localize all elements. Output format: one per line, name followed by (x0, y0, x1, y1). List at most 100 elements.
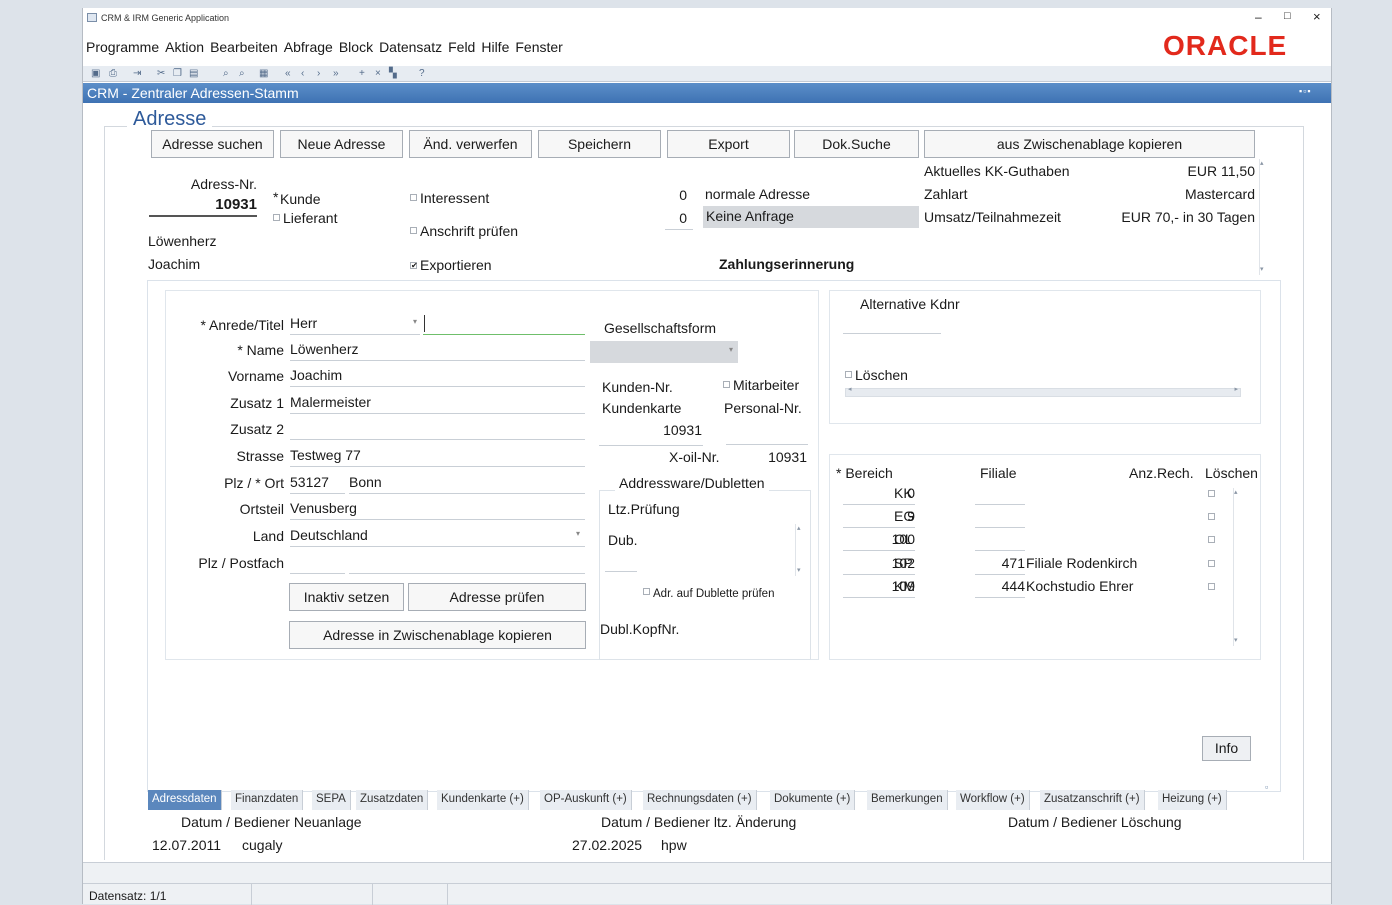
dublette-check-checkbox[interactable]: Adr. auf Dublette prüfen (643, 588, 774, 600)
row-delete-checkbox[interactable] (1208, 560, 1215, 567)
menu-abfrage[interactable]: Abfrage (284, 39, 333, 55)
menu-hilfe[interactable]: Hilfe (481, 39, 509, 55)
row-delete-checkbox[interactable] (1208, 490, 1215, 497)
tab-heating[interactable]: Heizung (+) (1158, 790, 1227, 810)
copy-address-to-clipboard-button[interactable]: Adresse in Zwischenablage kopieren (289, 621, 586, 649)
dub-scrollbar[interactable]: ▴ ▾ (795, 524, 805, 576)
menu-fenster[interactable]: Fenster (515, 39, 562, 55)
tab-documents[interactable]: Dokumente (+) (770, 790, 856, 810)
cut-icon[interactable]: ✂ (157, 68, 165, 79)
tab-financial-data[interactable]: Finanzdaten (231, 790, 304, 810)
employee-checkbox[interactable]: Mitarbeiter (723, 377, 799, 393)
header-scrollbar[interactable]: ▴ ▾ (1259, 159, 1267, 275)
last-record-icon[interactable]: » (333, 68, 339, 79)
lock-record-icon[interactable]: ▚ (389, 68, 397, 79)
check-address-button[interactable]: Adresse prüfen (408, 583, 586, 611)
scroll-right-icon[interactable]: ▸ (1234, 385, 1238, 393)
scroll-down-icon[interactable]: ▾ (1234, 636, 1238, 644)
menu-feld[interactable]: Feld (448, 39, 475, 55)
title-field[interactable] (423, 313, 585, 335)
city-field[interactable]: Bonn (349, 472, 585, 494)
tab-notes[interactable]: Bemerkungen (867, 790, 948, 810)
personnel-nr-field[interactable] (726, 444, 808, 445)
paste-icon[interactable]: ▤ (189, 68, 198, 79)
maximize-button[interactable]: □ (1284, 10, 1291, 22)
insert-record-icon[interactable]: + (359, 68, 365, 79)
close-button[interactable]: × (1313, 9, 1321, 24)
menu-datensatz[interactable]: Datensatz (379, 39, 442, 55)
addition2-field[interactable] (290, 418, 585, 440)
search-address-button[interactable]: Adresse suchen (151, 130, 274, 158)
scroll-up-icon[interactable]: ▴ (797, 524, 801, 532)
next-record-icon[interactable]: › (317, 68, 320, 79)
dub-field[interactable] (605, 571, 637, 572)
previous-record-icon[interactable]: ‹ (301, 68, 304, 79)
tab-customer-card[interactable]: Kundenkarte (+) (437, 790, 529, 810)
zip-field[interactable]: 53127 (290, 472, 345, 494)
tab-op-info[interactable]: OP-Auskunft (+) (540, 790, 632, 810)
branch-nr-cell[interactable] (975, 506, 1025, 528)
menu-block[interactable]: Block (339, 39, 373, 55)
tab-additional-data[interactable]: Zusatzdaten (356, 790, 429, 810)
menu-programme[interactable]: Programme (86, 39, 159, 55)
minimize-button[interactable]: – (1255, 10, 1262, 24)
lieferant-checkbox[interactable]: Lieferant (273, 210, 337, 226)
addition1-field[interactable]: Malermeister (290, 392, 585, 414)
tab-address-data[interactable]: Adressdaten (148, 790, 222, 810)
kunde-checkbox[interactable]: * Kunde (273, 189, 320, 207)
tab-invoice-data[interactable]: Rechnungsdaten (+) (643, 790, 757, 810)
firstname-field[interactable]: Joachim (290, 365, 585, 387)
menu-bearbeiten[interactable]: Bearbeiten (210, 39, 278, 55)
country-field[interactable]: Deutschland (290, 525, 585, 547)
help-icon[interactable]: ? (419, 68, 425, 79)
dropdown-arrow-icon[interactable]: ▾ (413, 317, 417, 326)
doc-search-button[interactable]: Dok.Suche (794, 130, 919, 158)
delete-record-icon[interactable]: × (375, 68, 381, 79)
po-box-field[interactable] (349, 552, 585, 574)
scroll-up-icon[interactable]: ▴ (1234, 488, 1238, 496)
scroll-down-icon[interactable]: ▾ (797, 566, 801, 574)
scroll-left-icon[interactable]: ◂ (848, 385, 852, 393)
branch-nr-cell[interactable] (975, 529, 1025, 551)
scroll-up-icon[interactable]: ▴ (1260, 159, 1264, 167)
exportieren-checkbox[interactable]: ✔ Exportieren (410, 257, 492, 273)
salutation-field[interactable]: Herr (290, 313, 420, 335)
copy-icon[interactable]: ❐ (173, 68, 182, 79)
branch-nr-cell[interactable]: 444 (975, 576, 1025, 598)
cancel-query-icon[interactable]: ▦ (259, 68, 268, 79)
export-button[interactable]: Export (667, 130, 790, 158)
menu-aktion[interactable]: Aktion (165, 39, 204, 55)
company-form-field[interactable] (590, 341, 738, 363)
row-delete-checkbox[interactable] (1208, 583, 1215, 590)
print-icon[interactable]: ⎙ (109, 68, 117, 79)
info-button[interactable]: Info (1202, 736, 1251, 761)
set-inactive-button[interactable]: Inaktiv setzen (289, 583, 404, 611)
first-record-icon[interactable]: « (285, 68, 291, 79)
tab-extra-address[interactable]: Zusatzanschrift (+) (1040, 790, 1145, 810)
name-field[interactable]: Löwenherz (290, 339, 585, 361)
street-field[interactable]: Testweg 77 (290, 445, 585, 467)
branch-table-scrollbar[interactable]: ▴ ▾ (1233, 488, 1241, 646)
row-delete-checkbox[interactable] (1208, 513, 1215, 520)
po-box-zip-field[interactable] (290, 552, 345, 574)
tab-sepa[interactable]: SEPA (312, 790, 351, 810)
save-button[interactable]: Speichern (538, 130, 661, 158)
query-execute-icon[interactable]: ⌕ (239, 68, 245, 79)
branch-nr-cell[interactable]: 471 (975, 553, 1025, 575)
dropdown-arrow-icon[interactable]: ▾ (729, 345, 733, 354)
branch-nr-cell[interactable] (975, 483, 1025, 505)
new-address-button[interactable]: Neue Adresse (280, 130, 403, 158)
query-enter-icon[interactable]: ⌕ (223, 68, 229, 79)
alt-customer-nr-field[interactable] (843, 333, 941, 334)
copy-from-clipboard-button[interactable]: aus Zwischenablage kopieren (924, 130, 1255, 158)
scroll-down-icon[interactable]: ▾ (1260, 265, 1264, 273)
tab-workflow[interactable]: Workflow (+) (956, 790, 1030, 810)
row-delete-checkbox[interactable] (1208, 536, 1215, 543)
save-icon[interactable]: ▣ (91, 68, 100, 79)
delete-alt-checkbox[interactable]: Löschen (845, 367, 908, 383)
exit-icon[interactable]: ⇥ (133, 68, 141, 79)
tab-scroll-icon[interactable]: ▫ (1265, 782, 1268, 792)
dropdown-arrow-icon[interactable]: ▾ (576, 529, 580, 538)
horizontal-scrollbar[interactable]: ◂ ▸ (845, 385, 1241, 397)
address-nr-field[interactable]: 10931 (149, 195, 257, 217)
